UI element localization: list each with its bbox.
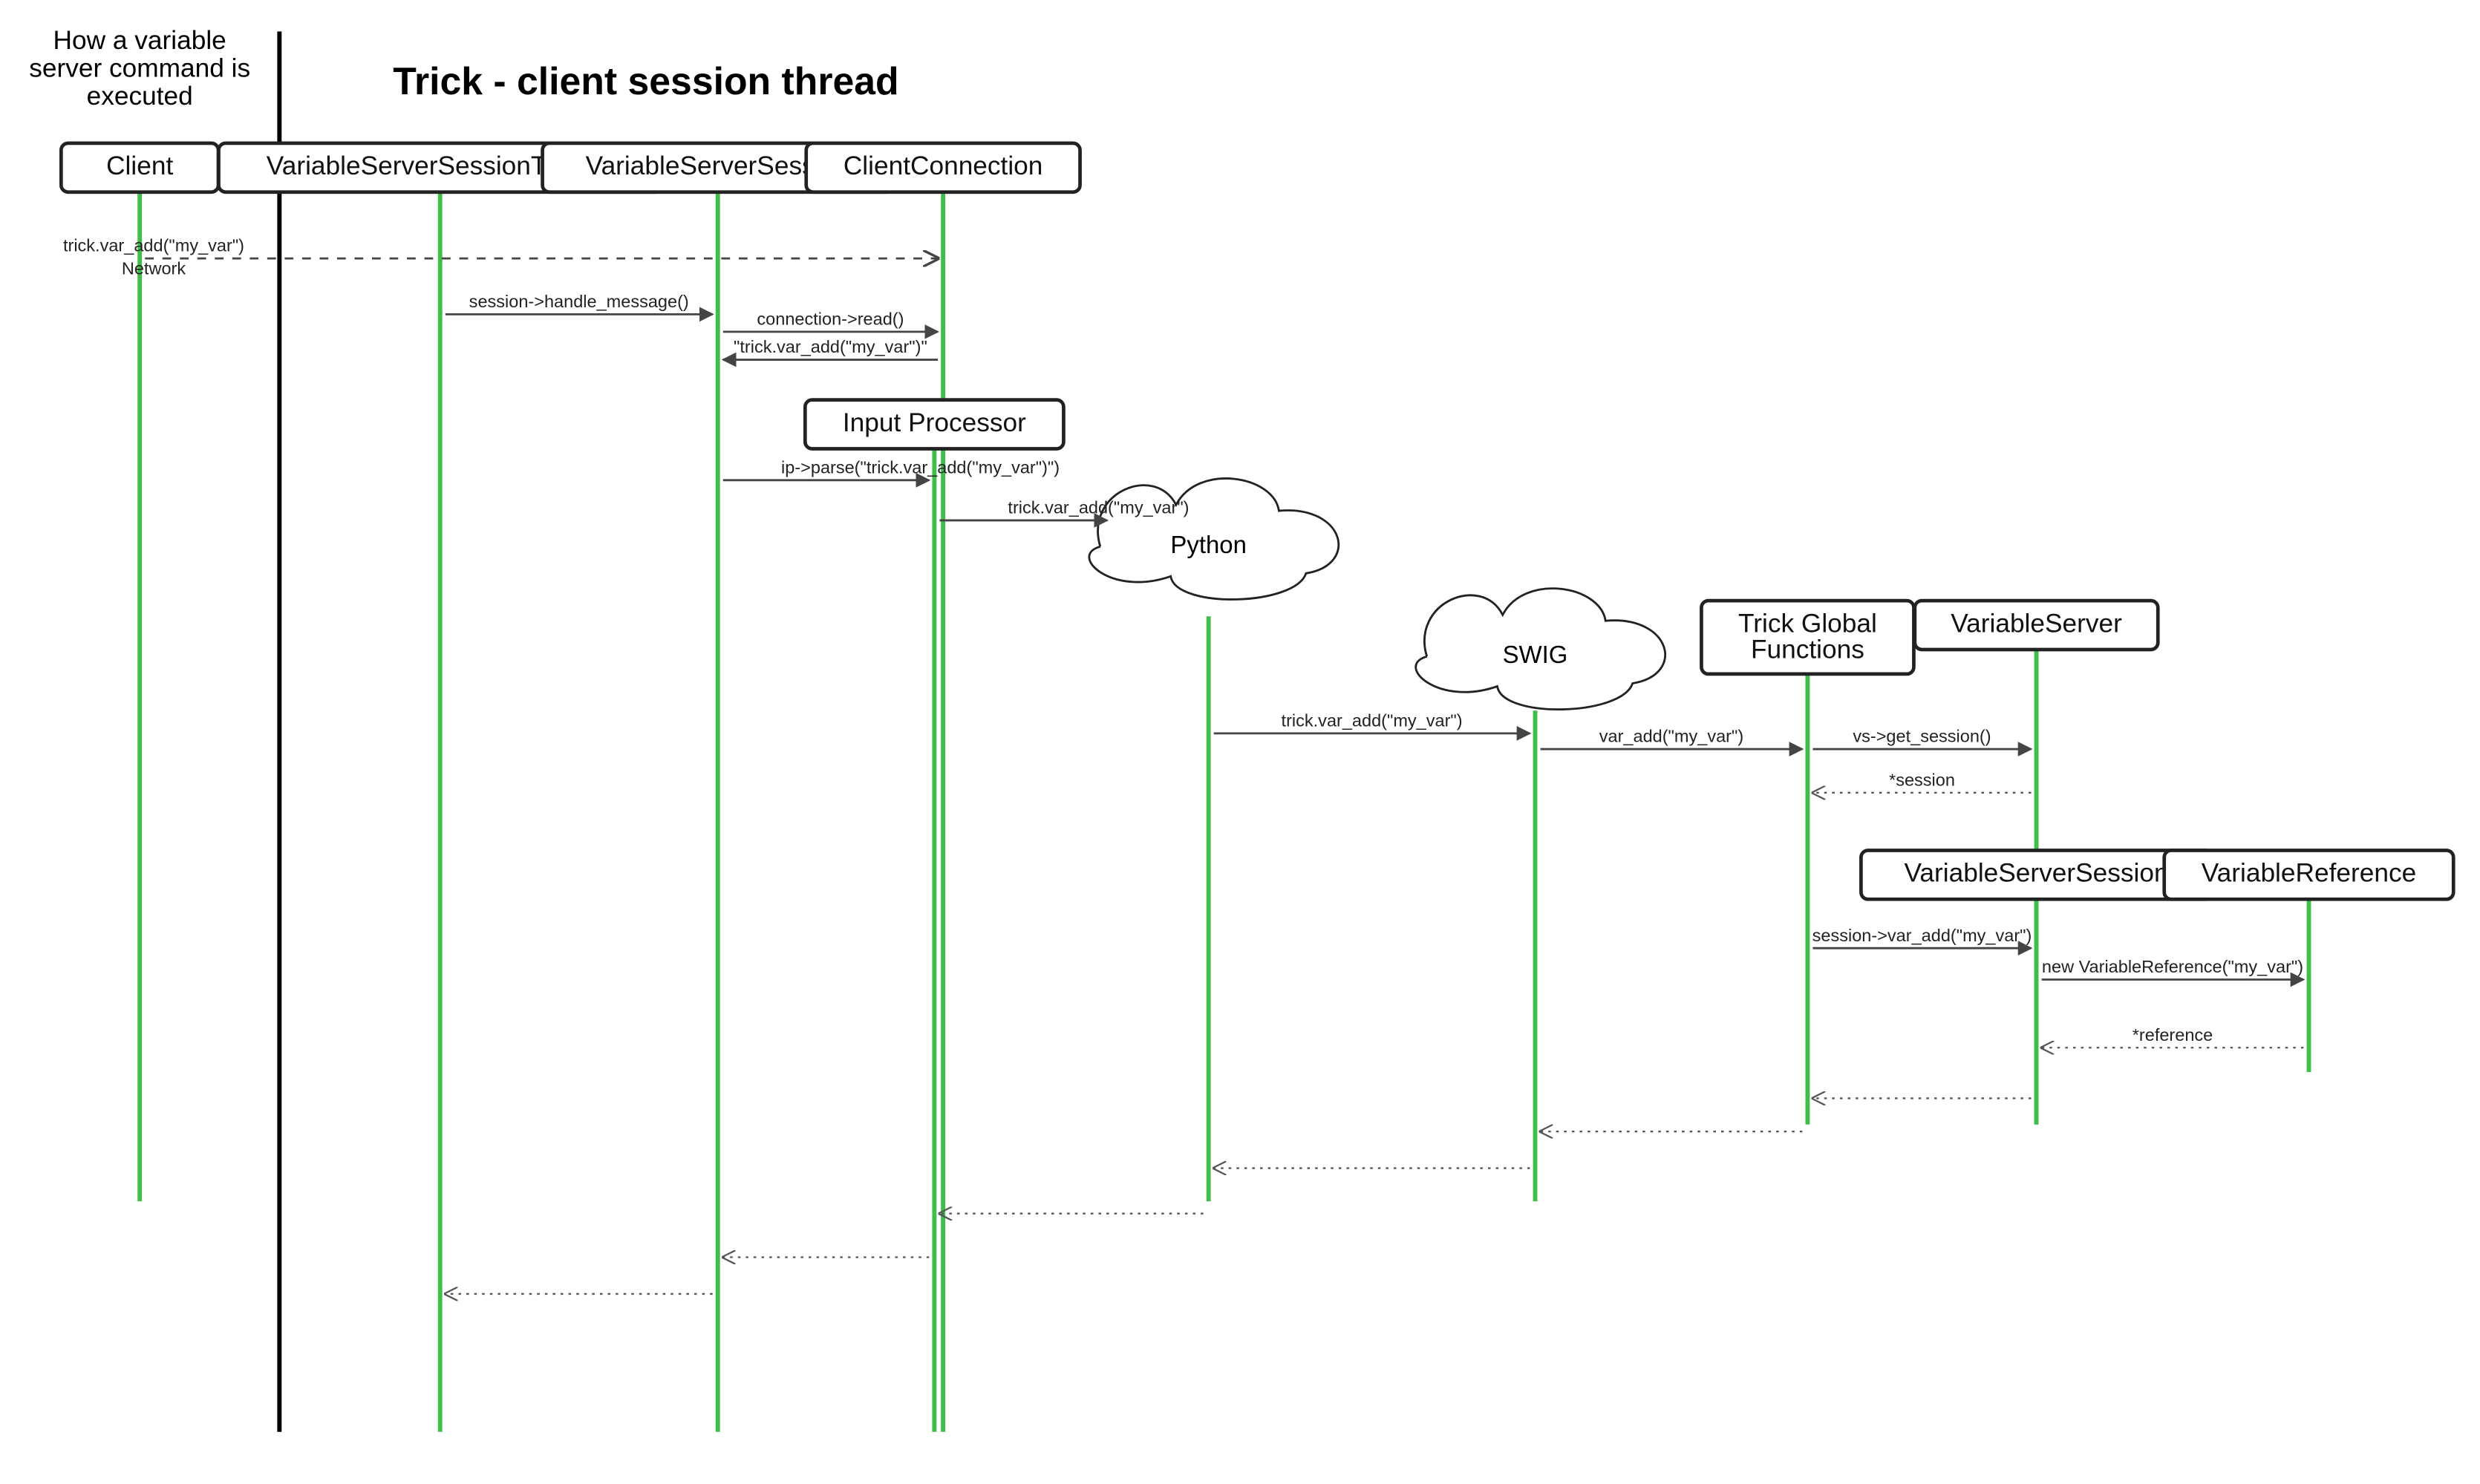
message-label-2: connection->read(): [757, 309, 904, 328]
lifeline-label-ip: Input Processor: [843, 408, 1026, 437]
message-label-12: *reference: [2133, 1025, 2213, 1045]
lifeline-label-client: Client: [106, 151, 173, 180]
message-label-10: session->var_add("my_var"): [1812, 926, 2032, 945]
message-label-0: trick.var_add("my_var"): [63, 236, 244, 255]
message-label-6: trick.var_add("my_var"): [1282, 710, 1463, 730]
message-label-1: session->handle_message(): [469, 292, 689, 311]
main-title: Trick - client session thread: [393, 59, 898, 102]
lifeline-label-vref: VariableReference: [2202, 859, 2416, 888]
message-label-8: vs->get_session(): [1853, 727, 1991, 746]
side-title-line1: How a variable: [53, 26, 226, 55]
message-label-7: var_add("my_var"): [1599, 727, 1743, 746]
lifeline-label-tgf: Functions: [1751, 635, 1864, 664]
cloud-label-swig: SWIG: [1503, 641, 1568, 668]
message-label-9: *session: [1889, 770, 1955, 789]
message-label-3: "trick.var_add("my_var")": [734, 337, 927, 356]
lifeline-label-tgf: Trick Global: [1738, 609, 1877, 638]
sequence-diagram: How a variable server command is execute…: [0, 0, 2480, 1484]
message-sublabel-0: Network: [122, 258, 186, 278]
lifeline-label-vs: VariableServer: [1951, 609, 2122, 638]
message-label-11: new VariableReference("my_var"): [2042, 957, 2303, 976]
cloud-label-python: Python: [1170, 531, 1246, 558]
message-label-5: trick.var_add("my_var"): [1008, 498, 1189, 517]
lifeline-label-cc: ClientConnection: [843, 151, 1043, 180]
message-label-4: ip->parse("trick.var_add("my_var")"): [781, 457, 1060, 477]
side-title-line2: server command is: [29, 53, 250, 82]
side-title-line3: executed: [87, 82, 193, 111]
lifeline-label-vss2: VariableServerSession: [1905, 859, 2169, 888]
